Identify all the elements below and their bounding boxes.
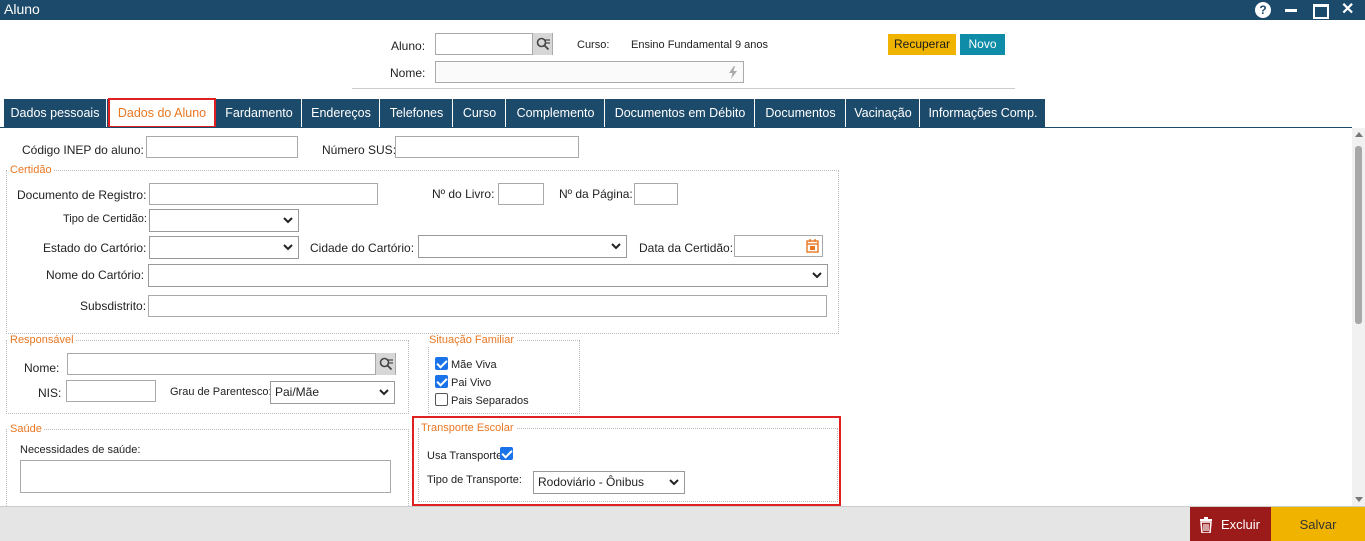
livro-input[interactable] (498, 183, 544, 205)
tipo-transporte-value: Rodoviário - Ônibus (538, 475, 645, 489)
mae-viva-checkbox[interactable] (435, 357, 448, 370)
sus-input[interactable] (395, 136, 579, 158)
tab-dados-pessoais[interactable]: Dados pessoais (4, 99, 107, 127)
window-title: Aluno (4, 1, 40, 17)
pagina-input[interactable] (634, 183, 678, 205)
data-certidao-input[interactable] (734, 235, 823, 257)
nis-input[interactable] (66, 380, 156, 402)
excluir-label: Excluir (1221, 517, 1261, 532)
recuperar-button[interactable]: Recuperar (888, 34, 956, 55)
usa-transporte-label: Usa Transporte (427, 450, 503, 462)
pais-separados-label: Pais Separados (451, 395, 529, 407)
tab-enderecos[interactable]: Endereços (303, 99, 380, 127)
doc-registro-input[interactable] (149, 183, 378, 205)
nome-label: Nome: (390, 66, 426, 80)
subdistrito-label: Subsdistrito: (80, 299, 147, 313)
tab-informacoes-comp[interactable]: Informações Comp. (921, 99, 1045, 127)
tab-underline (0, 127, 1352, 128)
tipo-certidao-select[interactable] (149, 209, 299, 232)
scroll-thumb[interactable] (1355, 146, 1362, 324)
close-icon[interactable]: ✕ (1341, 1, 1355, 19)
usa-transporte-checkbox[interactable] (500, 447, 513, 460)
vertical-scrollbar[interactable] (1352, 128, 1365, 506)
livro-label: Nº do Livro: (432, 187, 495, 201)
tab-complemento[interactable]: Complemento (507, 99, 605, 127)
grau-parentesco-value: Pai/Mãe (275, 385, 320, 399)
chevron-down-icon (812, 272, 822, 279)
tab-bar: Dados pessoais Dados do Aluno Fardamento… (4, 98, 1045, 128)
chevron-down-icon (611, 243, 621, 250)
tab-vacinacao[interactable]: Vacinação (847, 99, 920, 127)
inep-label: Código INEP do aluno: (22, 143, 144, 157)
minimize-icon[interactable] (1285, 1, 1299, 19)
pai-vivo-label: Pai Vivo (451, 377, 492, 389)
cidade-cartorio-label: Cidade do Cartório: (310, 241, 415, 255)
tipo-transporte-label: Tipo de Transporte: (427, 474, 522, 486)
pais-separados-checkbox[interactable] (435, 393, 448, 406)
estado-cartorio-label: Estado do Cartório: (43, 241, 147, 255)
scroll-down-icon[interactable] (1355, 497, 1363, 502)
lookup-icon[interactable] (375, 353, 395, 375)
nome-cartorio-label: Nome do Cartório: (46, 268, 145, 282)
footer-bar: Excluir Salvar (0, 506, 1365, 541)
sus-label: Número SUS: (322, 143, 397, 157)
scroll-up-icon[interactable] (1355, 132, 1363, 137)
trash-icon (1200, 517, 1212, 533)
salvar-button[interactable]: Salvar (1271, 507, 1365, 541)
nome-input[interactable] (435, 61, 744, 83)
subdistrito-input[interactable] (148, 295, 827, 317)
chevron-down-icon (283, 217, 293, 224)
lightning-icon (729, 66, 737, 79)
estado-cartorio-select[interactable] (149, 236, 299, 259)
chevron-down-icon (283, 244, 293, 251)
aluno-label: Aluno: (391, 39, 426, 53)
tab-documentos[interactable]: Documentos (756, 99, 846, 127)
tab-documentos-em-debito[interactable]: Documentos em Débito (606, 99, 755, 127)
nome-cartorio-select[interactable] (148, 264, 828, 287)
nis-label: NIS: (38, 386, 62, 400)
tipo-certidao-label: Tipo de Certidão: (63, 213, 147, 225)
certidao-legend: Certidão (8, 164, 54, 176)
pagina-label: Nº da Página: (559, 187, 633, 201)
responsavel-nome-input[interactable] (67, 353, 396, 375)
grau-parentesco-select[interactable]: Pai/Mãe (270, 381, 395, 404)
excluir-button[interactable]: Excluir (1190, 507, 1271, 541)
situacao-familiar-legend: Situação Familiar (427, 334, 516, 346)
responsavel-legend: Responsável (8, 334, 76, 346)
data-certidao-label: Data da Certidão: (639, 241, 734, 255)
responsavel-nome-label: Nome: (24, 361, 60, 375)
necessidades-saude-label: Necessidades de saúde: (20, 444, 141, 456)
mae-viva-label: Mãe Viva (451, 359, 497, 371)
header-divider (352, 88, 1015, 89)
help-icon[interactable]: ? (1255, 2, 1271, 18)
calendar-icon (806, 239, 819, 253)
tab-curso[interactable]: Curso (454, 99, 506, 127)
aluno-input[interactable] (435, 33, 553, 55)
transporte-legend: Transporte Escolar (419, 422, 516, 434)
cidade-cartorio-select[interactable] (418, 235, 627, 258)
inep-input[interactable] (146, 136, 298, 158)
chevron-down-icon (669, 479, 679, 486)
tab-telefones[interactable]: Telefones (381, 99, 453, 127)
chevron-down-icon (379, 389, 389, 396)
tab-dados-do-aluno[interactable]: Dados do Aluno (108, 98, 216, 128)
window-titlebar: Aluno ? ✕ (0, 0, 1365, 20)
tipo-transporte-select[interactable]: Rodoviário - Ônibus (533, 471, 685, 494)
maximize-icon[interactable] (1312, 1, 1329, 19)
saude-legend: Saúde (8, 423, 44, 435)
curso-value: Ensino Fundamental 9 anos (631, 39, 768, 51)
necessidades-saude-textarea[interactable] (20, 460, 391, 493)
pai-vivo-checkbox[interactable] (435, 375, 448, 388)
lookup-icon[interactable] (532, 33, 552, 55)
doc-registro-label: Documento de Registro: (17, 188, 147, 202)
grau-parentesco-label: Grau de Parentesco: (170, 386, 272, 398)
curso-label: Curso: (577, 39, 610, 51)
tab-fardamento[interactable]: Fardamento (217, 99, 302, 127)
novo-button[interactable]: Novo (960, 34, 1005, 55)
